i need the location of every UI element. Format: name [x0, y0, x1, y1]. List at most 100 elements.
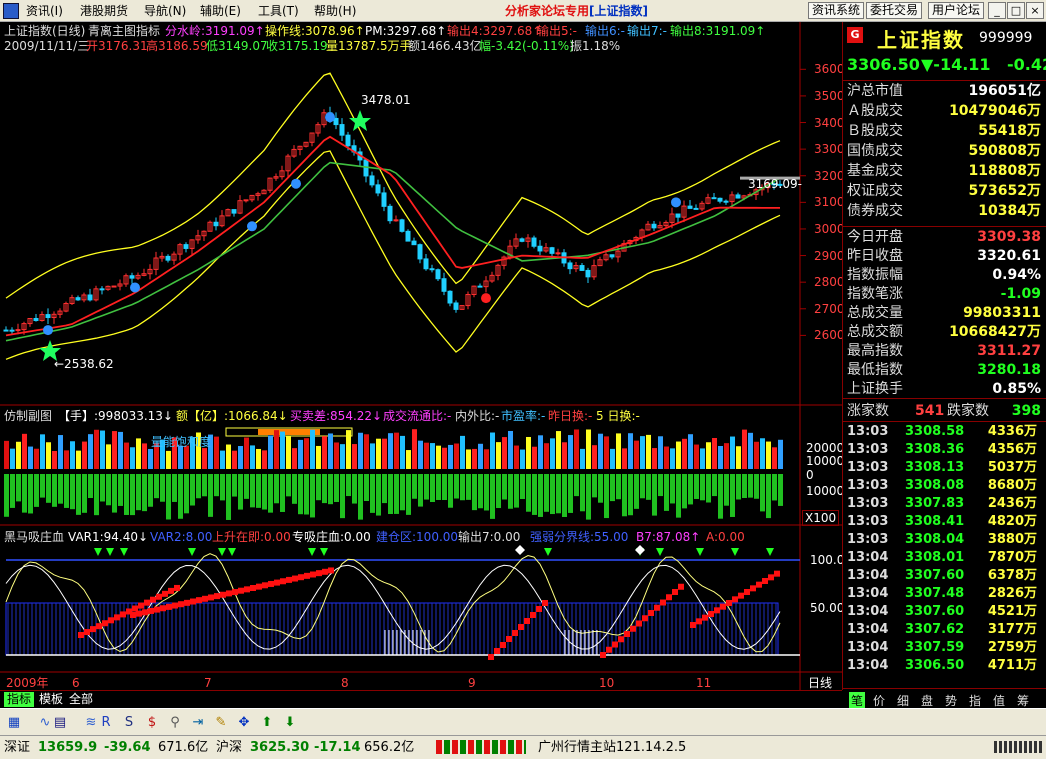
candle-body	[723, 200, 729, 203]
candle-body	[411, 240, 417, 246]
chart-icon[interactable]: ▦	[4, 713, 24, 733]
volume-bar	[712, 437, 717, 469]
menu-item-assist[interactable]: 辅助(E)	[200, 3, 241, 19]
stat-label: 今日开盘	[847, 229, 903, 245]
volume-neg-bar	[394, 474, 399, 514]
indicator-tabs: 指标 模板 全部	[0, 690, 842, 708]
shangsheng-block	[138, 602, 144, 609]
tab-all[interactable]: 全部	[66, 692, 96, 707]
volume-neg-bar	[244, 474, 249, 499]
volume-neg-bar	[376, 474, 381, 516]
panel-tab[interactable]: 细	[897, 692, 909, 709]
volume-bar	[598, 433, 603, 469]
volume-bar	[724, 443, 729, 469]
panel-tab[interactable]: 值	[993, 692, 1005, 709]
volume-neg-bar	[574, 474, 579, 497]
panel-tab[interactable]: 笔	[849, 692, 866, 709]
chart-svg[interactable]	[0, 22, 842, 690]
tick-time: 13:04	[847, 586, 889, 601]
trade-button[interactable]: 委托交易	[866, 2, 923, 19]
volume-bar	[316, 445, 321, 469]
volume-bar	[760, 438, 765, 469]
close-button[interactable]: ×	[1026, 2, 1044, 19]
stat-row: 最高指数 3311.27	[843, 342, 1046, 360]
panel-tab[interactable]: 盘	[921, 692, 933, 709]
volume-neg-bar	[742, 474, 747, 498]
rsi-icon[interactable]: R	[96, 713, 116, 733]
menu-item-hk-futures[interactable]: 港股期货	[80, 3, 128, 19]
volume-neg-bar	[682, 474, 687, 509]
fsl-value: 分水岭:3191.09↑	[165, 24, 265, 38]
divider	[843, 226, 1046, 227]
volume-neg-bar	[490, 474, 495, 519]
volume-bar	[388, 433, 393, 469]
shangsheng-block	[536, 606, 542, 612]
volume-bar	[76, 450, 81, 469]
forum-button[interactable]: 用户论坛	[928, 2, 985, 19]
period-label[interactable]: 日线	[808, 676, 832, 690]
panel-tab[interactable]: 指	[969, 692, 981, 709]
candle-body	[3, 329, 9, 332]
dollar-icon[interactable]: $	[142, 713, 162, 733]
menu-item-help[interactable]: 帮助(H)	[314, 3, 356, 19]
shangsheng-block	[744, 589, 750, 595]
maximize-button[interactable]: □	[1007, 2, 1025, 19]
eti-icon[interactable]: ▤	[50, 713, 70, 733]
tick-price: 3306.50	[905, 658, 965, 673]
low-annotation: ←2538.62	[54, 357, 114, 371]
tab-indicator[interactable]: 指标	[4, 692, 35, 707]
volume-neg-bar	[754, 474, 759, 499]
tab-template[interactable]: 模板	[36, 692, 66, 707]
osc-jcq: 建仓区:100.00	[376, 530, 459, 544]
shangsheng-block	[96, 623, 102, 630]
volume-neg-bar	[424, 474, 429, 500]
volume-neg-bar	[694, 474, 699, 499]
shangsheng-block	[518, 624, 524, 630]
up-arrow-icon[interactable]: ⬆	[257, 713, 277, 733]
volume-bar	[94, 429, 99, 469]
menu-item-news[interactable]: 资讯(I)	[26, 3, 63, 19]
stat-row: 总成交额 10668427万	[843, 323, 1046, 341]
sar-icon[interactable]: S	[119, 713, 139, 733]
pen-icon[interactable]: ✎	[211, 713, 231, 733]
volume-neg-bar	[364, 474, 369, 502]
menu-item-navigate[interactable]: 导航(N)	[144, 3, 186, 19]
candle-body	[651, 223, 657, 229]
volume-bar	[592, 445, 597, 469]
stat-value: 0.94%	[992, 267, 1041, 283]
tick-price: 3307.62	[905, 622, 965, 637]
volume-neg-bar	[328, 474, 333, 505]
summary-row: Ｂ股成交 55418万	[843, 122, 1046, 140]
app-icon[interactable]	[3, 3, 19, 19]
shangsheng-block	[488, 654, 494, 660]
down-arrow-icon[interactable]: ⬇	[280, 713, 300, 733]
menu-item-tools[interactable]: 工具(T)	[258, 3, 299, 19]
minimize-button[interactable]: _	[988, 2, 1006, 19]
candle-body	[417, 244, 423, 260]
candle-body	[99, 288, 105, 291]
sz-amount: 671.6亿	[158, 740, 209, 755]
panel-tab[interactable]: 筹	[1017, 692, 1029, 709]
export-icon[interactable]: ⇥	[188, 713, 208, 733]
tick-price: 3307.60	[905, 568, 965, 583]
tick-time: 13:03	[847, 424, 889, 439]
volume-neg-bar	[496, 474, 501, 509]
move-icon[interactable]: ✥	[234, 713, 254, 733]
tick-amount: 8680万	[987, 478, 1037, 493]
chart-area[interactable]: 上证指数(日线) 青离主图指标 分水岭:3191.09↑ 操作线:3078.96…	[0, 22, 845, 690]
link-icon[interactable]: ⚲	[165, 713, 185, 733]
shangsheng-block	[156, 593, 162, 600]
volume-neg-bar	[76, 474, 81, 515]
volume-bar	[118, 431, 123, 469]
panel-tab[interactable]: 价	[873, 692, 885, 709]
shangsheng-block	[612, 641, 618, 648]
panel-tab[interactable]: 势	[945, 692, 957, 709]
volume-bar	[406, 450, 411, 469]
tick-amount: 7870万	[987, 550, 1037, 565]
stat-row: 最低指数 3280.18	[843, 361, 1046, 379]
volume-neg-bar	[40, 474, 45, 498]
news-system-button[interactable]: 资讯系统	[808, 2, 865, 19]
volume-bar	[244, 437, 249, 469]
volume-neg-bar	[130, 474, 135, 516]
vol-zrh: 昨日换:-	[548, 409, 593, 423]
